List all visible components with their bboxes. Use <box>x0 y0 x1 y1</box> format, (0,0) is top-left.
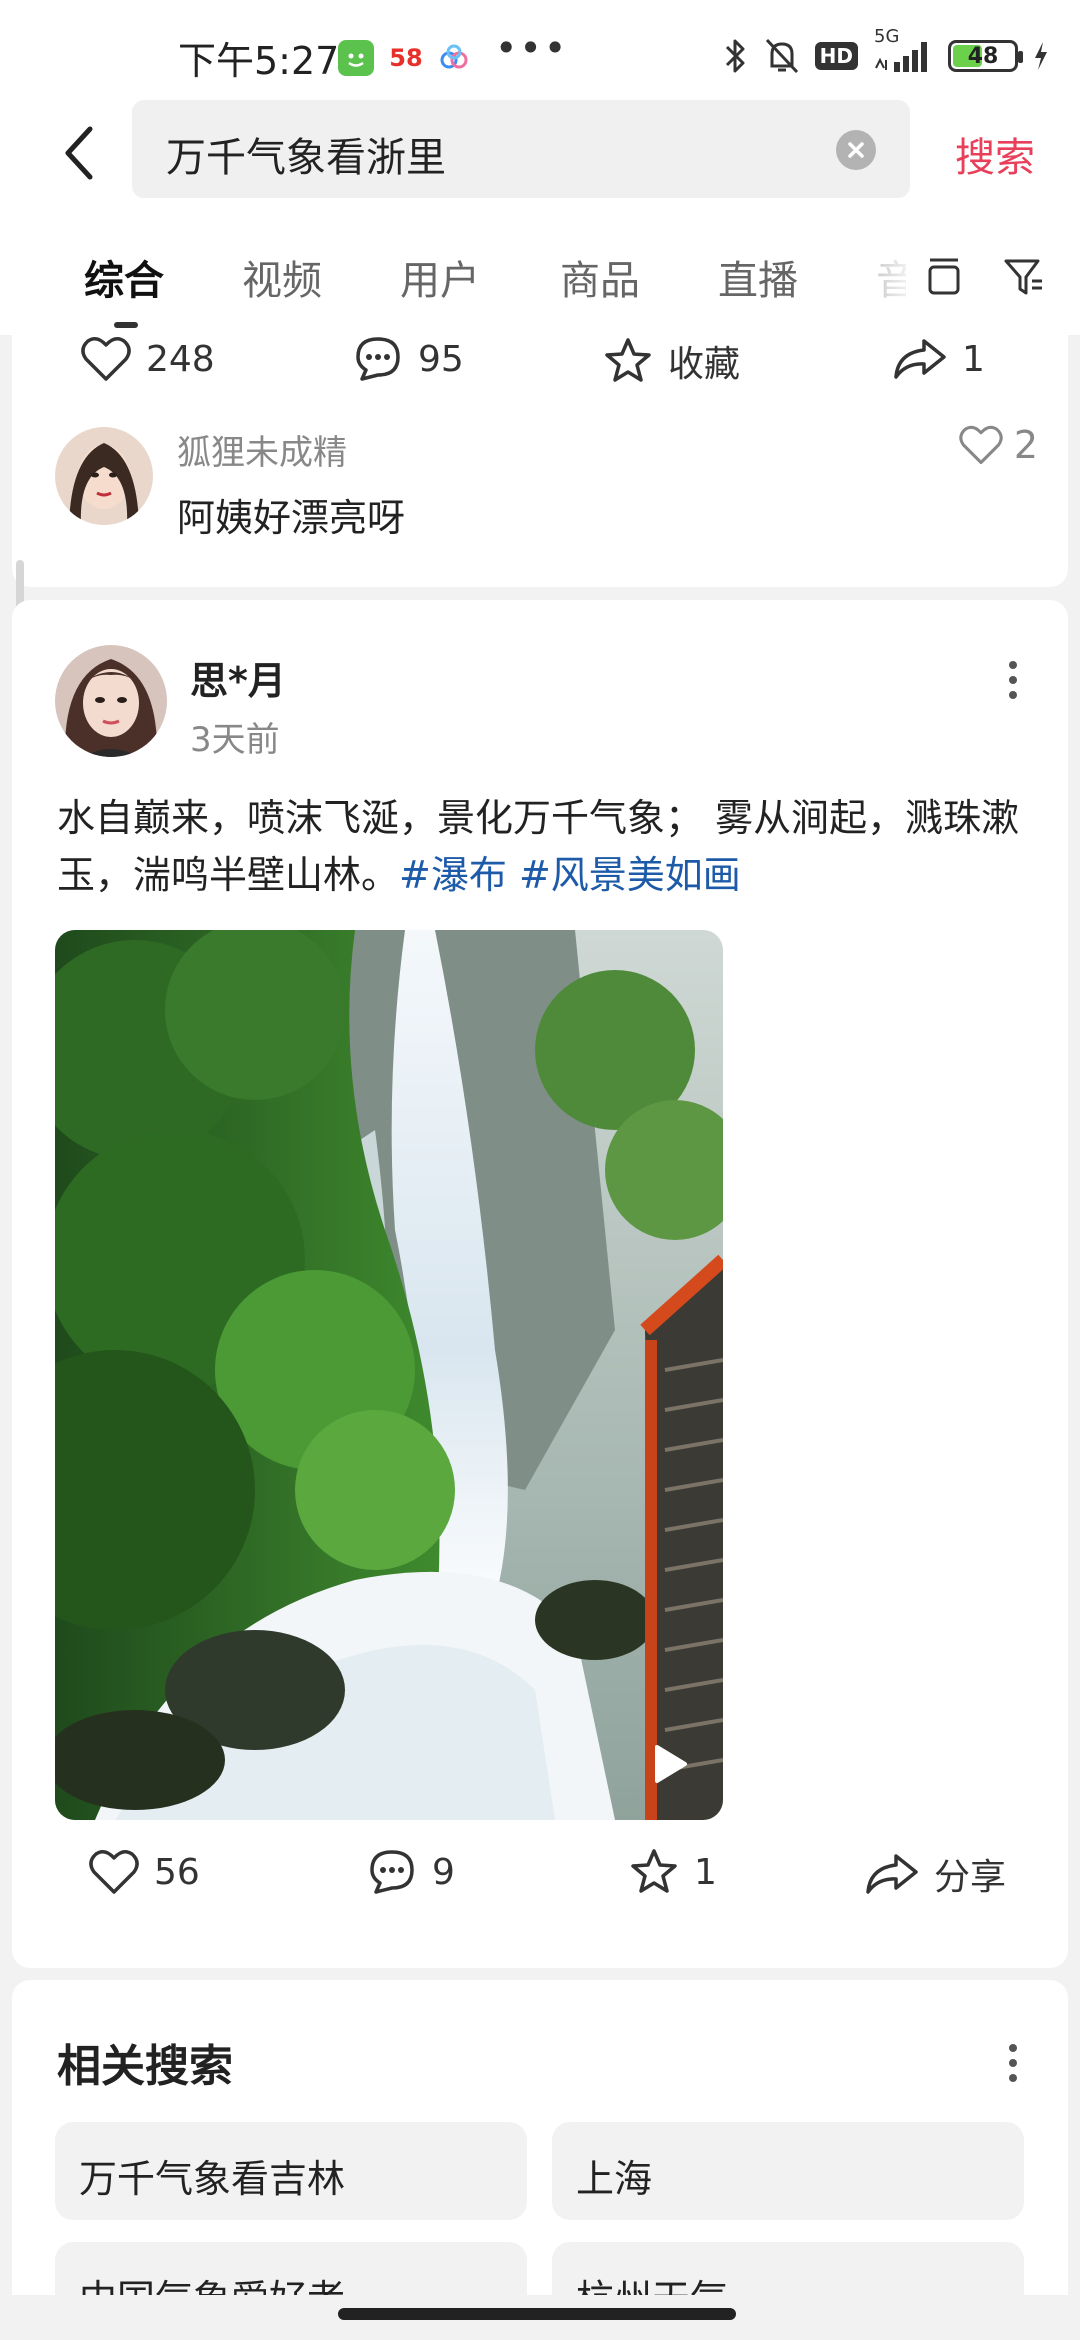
search-button[interactable]: 搜索 <box>955 125 1035 183</box>
post-like-count: 56 <box>154 1851 200 1893</box>
cloud-app-icon <box>436 40 472 76</box>
comment-like-button[interactable]: 2 <box>958 423 1038 467</box>
back-button[interactable] <box>50 118 110 188</box>
network-label: 5G <box>874 26 900 47</box>
search-query: 万千气象看浙里 <box>166 135 446 181</box>
comment-text: 阿姨好漂亮呀 <box>177 496 406 540</box>
tab-video[interactable]: 视频 <box>242 248 322 306</box>
status-time: 下午5:27 <box>178 39 340 83</box>
charging-icon <box>1032 40 1050 72</box>
heart-icon <box>89 1850 139 1894</box>
hashtag-scenery[interactable]: #风景美如画 <box>519 853 741 897</box>
post-time: 3天前 <box>190 720 280 760</box>
commenter-avatar[interactable] <box>55 427 153 525</box>
battery-level: 48 <box>967 43 999 69</box>
collect-button[interactable]: 收藏 <box>602 335 740 387</box>
related-searches-title: 相关搜索 <box>57 2041 233 2092</box>
post-comment-button[interactable]: 9 <box>366 1848 455 1896</box>
app-58-label: 58 <box>389 44 423 72</box>
signal-icon: 5G <box>872 26 934 74</box>
search-input[interactable]: 万千气象看浙里 <box>132 100 910 198</box>
comment-like-count: 2 <box>1013 423 1038 467</box>
waterfall-image <box>55 930 723 1820</box>
post-share-button[interactable]: 分享 <box>864 1848 1006 1900</box>
author-avatar[interactable] <box>55 645 167 757</box>
star-icon <box>631 1849 677 1893</box>
share-button[interactable]: 1 <box>892 335 985 383</box>
related-search-item[interactable]: 万千气象看吉林 <box>55 2122 527 2220</box>
tab-comprehensive[interactable]: 综合 <box>84 248 164 306</box>
app-notification-icon <box>338 40 374 76</box>
post-like-button[interactable]: 56 <box>88 1848 200 1896</box>
search-header: 万千气象看浙里 搜索 <box>0 100 1080 210</box>
app-58-icon: 58 <box>388 40 424 76</box>
mute-bell-icon <box>763 36 801 76</box>
more-notifications-icon: ••• <box>495 26 569 70</box>
tab-products[interactable]: 商品 <box>560 248 640 306</box>
tab-layout-icon[interactable] <box>922 255 966 299</box>
bluetooth-icon <box>723 36 749 76</box>
scroll-indicator <box>114 322 138 328</box>
hd-icon: HD <box>814 42 858 70</box>
clear-search-button[interactable] <box>836 130 876 170</box>
search-tabs: 综合 视频 用户 商品 直播 音 <box>0 210 1080 335</box>
post-comment-count: 9 <box>432 1851 455 1893</box>
like-count: 248 <box>146 338 215 380</box>
post-text: 水自巅来，喷沫飞涎，景化万千气象； 雾从涧起，溅珠漱玉，湍鸣半壁山林。#瀑布 #… <box>57 790 1037 904</box>
home-indicator[interactable] <box>338 2308 736 2320</box>
more-options-button[interactable] <box>998 655 1028 705</box>
related-more-button[interactable] <box>998 2038 1028 2088</box>
battery-icon: 48 <box>948 40 1023 72</box>
close-icon <box>848 142 864 158</box>
commenter-name[interactable]: 狐狸未成精 <box>177 425 347 474</box>
post-share-label: 分享 <box>934 1857 1007 1898</box>
collect-label: 收藏 <box>668 344 741 385</box>
related-search-item[interactable]: 上海 <box>552 2122 1024 2220</box>
author-name[interactable]: 思*月 <box>190 650 286 705</box>
like-button[interactable]: 248 <box>80 335 215 383</box>
heart-icon <box>81 337 131 381</box>
tab-fade <box>860 210 920 335</box>
status-bar: 下午5:27 58 ••• HD 5G 48 <box>0 0 1080 100</box>
share-icon <box>866 1854 918 1894</box>
tab-live[interactable]: 直播 <box>718 248 798 306</box>
share-icon <box>894 339 946 379</box>
post-video-thumbnail[interactable] <box>55 930 723 1820</box>
share-count: 1 <box>962 338 985 380</box>
comment-count: 95 <box>418 338 464 380</box>
comment-button[interactable]: 95 <box>352 335 464 383</box>
post-card: 思*月 3天前 水自巅来，喷沫飞涎，景化万千气象； 雾从涧起，溅珠漱玉，湍鸣半壁… <box>12 600 1068 1968</box>
post-star-count: 1 <box>694 1851 717 1893</box>
comment-icon <box>356 337 400 381</box>
play-icon[interactable] <box>643 1738 695 1790</box>
heart-icon <box>959 425 1003 465</box>
related-searches-card: 相关搜索 万千气象看吉林 上海 中国气象爱好者 杭州天气 <box>12 1980 1068 2340</box>
post-star-button[interactable]: 1 <box>628 1848 717 1896</box>
hashtag-waterfall[interactable]: #瀑布 <box>399 853 507 897</box>
comment-icon <box>370 1850 414 1894</box>
filter-icon[interactable] <box>1002 255 1046 299</box>
tab-users[interactable]: 用户 <box>400 248 480 306</box>
previous-post-card: 248 95 收藏 1 狐狸未成精 阿姨好漂亮呀 2 <box>12 335 1068 587</box>
chevron-left-icon <box>65 126 93 180</box>
star-icon <box>605 338 651 382</box>
